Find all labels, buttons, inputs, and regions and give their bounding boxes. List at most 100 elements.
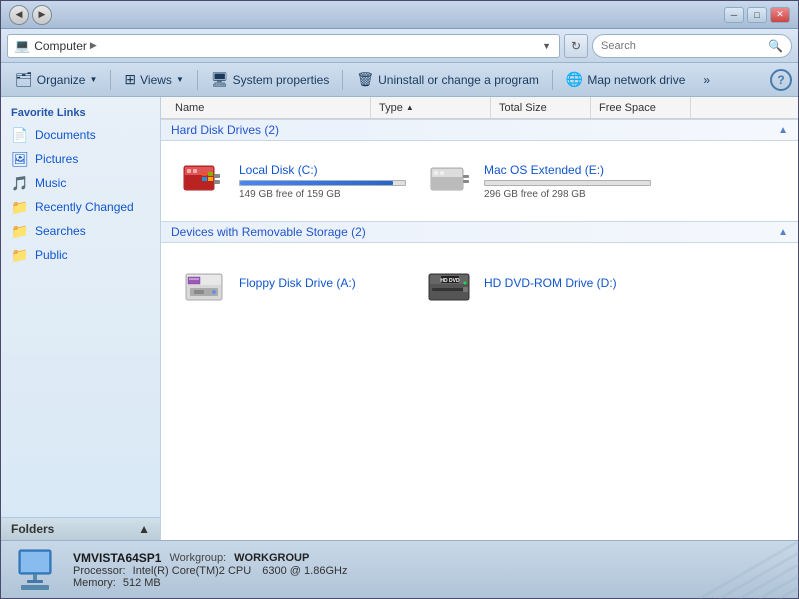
- workgroup-value: WORKGROUP: [234, 552, 309, 564]
- hard-disks-grid: Local Disk (C:) 149 GB free of 159 GB: [161, 141, 798, 221]
- sidebar-item-music[interactable]: 🎵 Music: [1, 171, 160, 195]
- recently-changed-icon: 📁: [11, 198, 29, 216]
- floppy-a-name[interactable]: Floppy Disk Drive (A:): [239, 276, 406, 290]
- address-path-label: Computer: [34, 39, 87, 53]
- minimize-button[interactable]: ─: [724, 7, 744, 23]
- local-c-name[interactable]: Local Disk (C:): [239, 163, 406, 177]
- sidebar-item-documents[interactable]: 📄 Documents: [1, 123, 160, 147]
- memory-value: 512 MB: [123, 577, 161, 589]
- help-button[interactable]: ?: [770, 69, 792, 91]
- hddvd-d-info: HD DVD-ROM Drive (D:): [484, 276, 651, 290]
- organize-button[interactable]: 🗂 Organize ▼: [7, 67, 105, 93]
- removable-grid: Floppy Disk Drive (A:) HD DVD: [161, 243, 798, 323]
- sidebar-item-searches[interactable]: 📁 Searches: [1, 219, 160, 243]
- floppy-a-icon: [181, 259, 229, 307]
- search-icon: 🔍: [768, 39, 783, 53]
- removable-section-header[interactable]: Devices with Removable Storage (2) ▲: [161, 221, 798, 243]
- sidebar-music-label: Music: [35, 176, 66, 190]
- col-header-type[interactable]: Type ▲: [371, 97, 491, 118]
- views-dropdown-arrow: ▼: [176, 75, 184, 84]
- maximize-button[interactable]: □: [747, 7, 767, 23]
- address-path: Computer ▶: [34, 39, 536, 53]
- toolbar: 🗂 Organize ▼ ⊞ Views ▼ 🖥 System properti…: [1, 63, 798, 97]
- mac-e-bar-wrapper: [484, 180, 651, 186]
- window-controls: ─ □ ✕: [724, 7, 790, 23]
- hard-disks-section-header[interactable]: Hard Disk Drives (2) ▲: [161, 119, 798, 141]
- more-button[interactable]: »: [695, 67, 718, 93]
- sysprops-label: System properties: [233, 73, 330, 87]
- drive-mac-e[interactable]: Mac OS Extended (E:) 296 GB free of 298 …: [416, 149, 661, 213]
- status-memory-line: Memory: 512 MB: [73, 577, 786, 589]
- hard-disks-collapse-icon: ▲: [778, 125, 788, 136]
- mac-e-info: Mac OS Extended (E:) 296 GB free of 298 …: [484, 163, 651, 200]
- sidebar-item-pictures[interactable]: 🖼 Pictures: [1, 147, 160, 171]
- memory-label: Memory:: [73, 577, 116, 589]
- sysprops-icon: 🖥: [211, 71, 229, 88]
- folders-label: Folders: [11, 522, 54, 536]
- sidebar-pictures-label: Pictures: [35, 152, 78, 166]
- computer-icon: 💻: [14, 38, 30, 54]
- mapnetwork-button[interactable]: 🌐 Map network drive: [558, 67, 693, 93]
- svg-text:HD DVD: HD DVD: [440, 278, 460, 284]
- address-path-arrow: ▶: [90, 40, 97, 51]
- title-bar: ◀ ▶ ─ □ ✕: [1, 1, 798, 29]
- mapnetwork-label: Map network drive: [587, 73, 685, 87]
- address-dropdown-button[interactable]: ▼: [540, 41, 553, 51]
- sysprops-button[interactable]: 🖥 System properties: [203, 67, 337, 93]
- sidebar-documents-label: Documents: [35, 128, 96, 142]
- address-input-wrapper[interactable]: 💻 Computer ▶ ▼: [7, 34, 560, 58]
- uninstall-label: Uninstall or change a program: [378, 73, 539, 87]
- removable-collapse-icon: ▲: [778, 227, 788, 238]
- documents-icon: 📄: [11, 126, 29, 144]
- title-bar-left: ◀ ▶: [9, 5, 52, 25]
- mapnetwork-icon: 🌐: [566, 71, 583, 88]
- main-area: Favorite Links 📄 Documents 🖼 Pictures 🎵 …: [1, 97, 798, 540]
- sidebar: Favorite Links 📄 Documents 🖼 Pictures 🎵 …: [1, 97, 161, 540]
- toolbar-sep-4: [552, 70, 553, 90]
- drive-hddvd-d[interactable]: HD DVD HD DVD-ROM Drive (D:): [416, 251, 661, 315]
- hard-disks-label: Hard Disk Drives (2): [171, 123, 279, 137]
- forward-button[interactable]: ▶: [32, 5, 52, 25]
- type-sort-arrow: ▲: [406, 103, 414, 112]
- back-button[interactable]: ◀: [9, 5, 29, 25]
- sidebar-folders[interactable]: Folders ▲: [1, 517, 160, 540]
- search-input[interactable]: [601, 40, 764, 52]
- drive-local-c[interactable]: Local Disk (C:) 149 GB free of 159 GB: [171, 149, 416, 213]
- organize-label: Organize: [37, 73, 86, 87]
- local-c-bar: [240, 181, 393, 185]
- processor-speed: 6300 @ 1.86GHz: [262, 565, 347, 577]
- toolbar-sep-3: [342, 70, 343, 90]
- explorer-window: ◀ ▶ ─ □ ✕ 💻 Computer ▶ ▼ ↻ 🔍 🗂 Or: [0, 0, 799, 599]
- close-button[interactable]: ✕: [770, 7, 790, 23]
- sidebar-item-public[interactable]: 📁 Public: [1, 243, 160, 267]
- nav-buttons: ◀ ▶: [9, 5, 52, 25]
- refresh-button[interactable]: ↻: [564, 34, 588, 58]
- views-icon: ⊞: [124, 71, 136, 88]
- sidebar-public-label: Public: [35, 248, 68, 262]
- mac-e-name[interactable]: Mac OS Extended (E:): [484, 163, 651, 177]
- uninstall-button[interactable]: 🗑 Uninstall or change a program: [348, 67, 547, 93]
- views-button[interactable]: ⊞ Views ▼: [116, 67, 191, 93]
- music-icon: 🎵: [11, 174, 29, 192]
- sidebar-searches-label: Searches: [35, 224, 86, 238]
- views-label: Views: [140, 73, 172, 87]
- status-computer-icon: [13, 546, 61, 594]
- floppy-a-info: Floppy Disk Drive (A:): [239, 276, 406, 290]
- search-box[interactable]: 🔍: [592, 34, 792, 58]
- col-header-total-size[interactable]: Total Size: [491, 97, 591, 118]
- local-c-icon: [181, 157, 229, 205]
- local-c-free: 149 GB free of 159 GB: [239, 189, 406, 200]
- address-bar: 💻 Computer ▶ ▼ ↻ 🔍: [1, 29, 798, 63]
- toolbar-sep-1: [110, 70, 111, 90]
- col-header-name[interactable]: Name: [171, 97, 371, 118]
- status-info: VMVISTA64SP1 Workgroup: WORKGROUP Proces…: [73, 551, 786, 589]
- workgroup-label: Workgroup:: [169, 552, 226, 564]
- sidebar-item-recently-changed[interactable]: 📁 Recently Changed: [1, 195, 160, 219]
- folders-collapse-icon: ▲: [138, 522, 150, 536]
- file-area: Name Type ▲ Total Size Free Space Hard D…: [161, 97, 798, 540]
- status-hostname: VMVISTA64SP1: [73, 551, 161, 565]
- hddvd-d-name[interactable]: HD DVD-ROM Drive (D:): [484, 276, 651, 290]
- col-header-free-space[interactable]: Free Space: [591, 97, 691, 118]
- status-bar: VMVISTA64SP1 Workgroup: WORKGROUP Proces…: [1, 540, 798, 598]
- drive-floppy-a[interactable]: Floppy Disk Drive (A:): [171, 251, 416, 315]
